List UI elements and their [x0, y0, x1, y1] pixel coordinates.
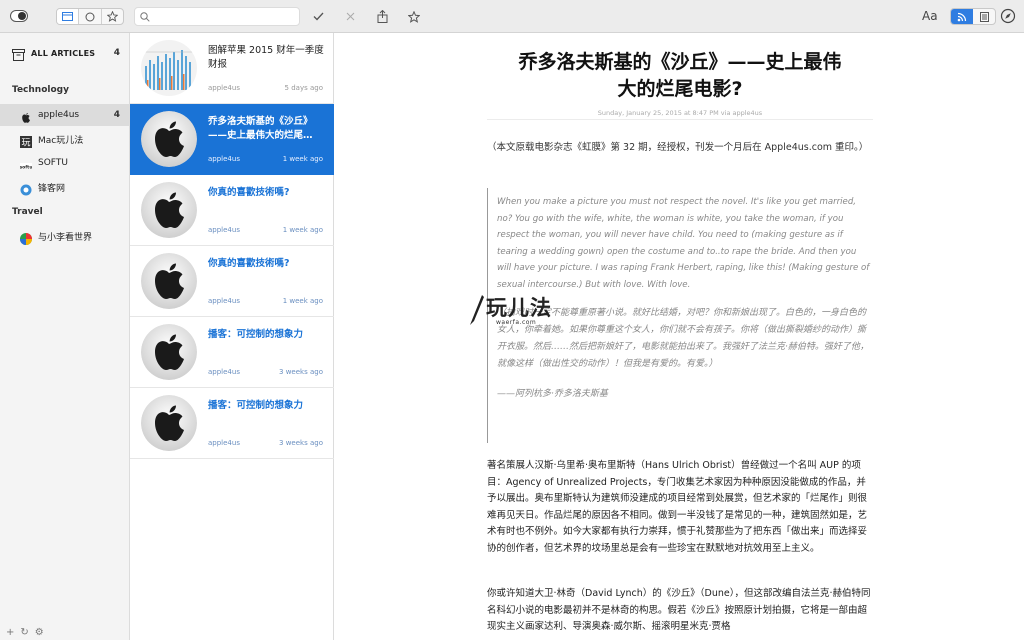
apple-icon: [20, 109, 32, 123]
watermark-text: 玩儿法: [486, 296, 552, 320]
svg-text:玩: 玩: [21, 138, 30, 149]
article-headline-line: 大的烂尾电影?: [617, 78, 743, 100]
mark-read-button[interactable]: [309, 8, 327, 25]
close-button[interactable]: [341, 8, 359, 25]
sidebar-item-label: Mac玩儿法: [38, 135, 84, 146]
compass-icon[interactable]: [1000, 8, 1016, 24]
article-paragraph: 著名策展人汉斯·乌里希·奥布里斯特（Hans Ulrich Obrist）曾经做…: [487, 460, 868, 554]
xiaoli-icon: [20, 230, 32, 245]
article-row-selected[interactable]: 乔多洛夫斯基的《沙丘》——史上最伟大的烂尾… apple4us 1 week a…: [130, 104, 334, 175]
article-feed: apple4us: [208, 368, 240, 376]
waerfa-icon: 玩: [20, 133, 32, 149]
sidebar-item-mac-waerfa[interactable]: 玩 Mac玩儿法: [0, 128, 130, 150]
article-headline: 乔多洛夫斯基的《沙丘》——史上最伟 大的烂尾电影?: [485, 49, 875, 103]
softu-icon: softu: [19, 157, 33, 170]
share-icon: [377, 10, 387, 23]
article-feed: apple4us: [208, 84, 240, 92]
article-row[interactable]: 播客：可控制的想象力 apple4us 3 weeks ago: [130, 317, 334, 388]
watermark-url: waerfa.com: [496, 319, 537, 326]
refresh-icon[interactable]: ↻: [20, 627, 28, 638]
star-icon: [408, 10, 420, 23]
watermark-pen-icon: [470, 295, 484, 325]
divider: [487, 119, 873, 120]
apple-logo-icon: [141, 111, 197, 167]
svg-text:softu: softu: [20, 164, 32, 170]
font-settings-button[interactable]: Aa: [922, 9, 938, 23]
rss-view-icon[interactable]: [951, 9, 973, 24]
article-feed: apple4us: [208, 155, 240, 163]
article-feed: apple4us: [208, 439, 240, 447]
quote-english: When you make a picture you must not res…: [497, 197, 870, 290]
filter-unread-icon[interactable]: [79, 9, 102, 24]
article-feed: apple4us: [208, 226, 240, 234]
sidebar-item-label: 与小李看世界: [38, 232, 93, 243]
filter-segmented-control: [56, 8, 124, 25]
sidebar-group-travel[interactable]: Travel: [12, 207, 43, 217]
view-mode-segmented-control: [950, 8, 996, 25]
sidebar-item-label: 锋客网: [38, 183, 66, 194]
close-icon: [346, 12, 354, 21]
sidebar-item-label: SOFTU: [38, 158, 68, 168]
apple-logo-icon: [141, 253, 197, 309]
sidebar: ALL ARTICLES 4 Technology apple4us 4 玩 M…: [0, 33, 130, 640]
all-articles-label: ALL ARTICLES: [31, 48, 96, 58]
quote-source: ——阿列杭多·乔多洛夫斯基: [497, 389, 608, 399]
article-paragraph: 你或许知道大卫·林奇（David Lynch）的《沙丘》（Dune），但这部改编…: [487, 588, 871, 632]
add-icon[interactable]: +: [6, 627, 14, 638]
sidebar-item-xiaoli[interactable]: 与小李看世界: [0, 225, 130, 247]
article-row[interactable]: 播客：可控制的想象力 apple4us 3 weeks ago: [130, 388, 334, 459]
sidebar-item-label: apple4us: [38, 110, 80, 120]
search-field[interactable]: [134, 7, 300, 26]
article-row[interactable]: 图解苹果 2015 财年一季度财报 apple4us 5 days ago: [130, 33, 334, 104]
sidebar-item-softu[interactable]: softu SOFTU: [0, 152, 130, 174]
article-title: 你真的喜歡技術嗎?: [208, 187, 290, 198]
star-button[interactable]: [405, 8, 423, 25]
article-title: 播客：可控制的想象力: [208, 400, 304, 411]
sidebar-toggle-icon[interactable]: [10, 10, 28, 22]
sidebar-item-fengke[interactable]: 锋客网: [0, 176, 130, 198]
checkmark-icon: [313, 12, 323, 21]
article-list: 图解苹果 2015 财年一季度财报 apple4us 5 days ago 乔多…: [130, 33, 334, 640]
article-meta: Sunday, January 25, 2015 at 8:47 PM via …: [597, 109, 763, 117]
reader-view-icon[interactable]: [973, 9, 995, 24]
article-headline-line: 乔多洛夫斯基的《沙丘》——史上最伟: [518, 51, 842, 73]
apple-logo-icon: [141, 395, 197, 451]
article-time: 3 weeks ago: [279, 439, 323, 447]
article-row[interactable]: 你真的喜歡技術嗎? apple4us 1 week ago: [130, 246, 334, 317]
inbox-icon: [12, 46, 25, 65]
toolbar: Aa: [0, 0, 1024, 33]
watermark-logo: 玩儿法 waerfa.com: [468, 292, 558, 332]
sidebar-item-apple4us[interactable]: apple4us 4: [0, 104, 130, 126]
article-time: 5 days ago: [284, 84, 323, 92]
share-button[interactable]: [373, 8, 391, 25]
apple-logo-icon: [141, 324, 197, 380]
sidebar-all-articles[interactable]: ALL ARTICLES 4: [0, 43, 130, 63]
all-articles-count: 4: [113, 48, 120, 58]
apple-logo-icon: [141, 182, 197, 238]
sidebar-item-count: 4: [113, 110, 120, 120]
article-time: 1 week ago: [282, 226, 323, 234]
article-title: 播客：可控制的想象力: [208, 329, 304, 340]
article-title: 图解苹果 2015 财年一季度财报: [208, 45, 324, 70]
article-reader: 乔多洛夫斯基的《沙丘》——史上最伟 大的烂尾电影? Sunday, Januar…: [335, 33, 1024, 640]
article-title: 乔多洛夫斯基的《沙丘》——史上最伟大的烂尾…: [208, 116, 313, 141]
article-feed: apple4us: [208, 297, 240, 305]
article-time: 3 weeks ago: [279, 368, 323, 376]
search-icon: [140, 7, 150, 26]
fengke-icon: [20, 181, 32, 196]
search-input[interactable]: [156, 8, 296, 25]
sidebar-bottom-controls: + ↻ ⚙: [6, 627, 44, 638]
article-intro: （本文原载电影杂志《虹膜》第 32 期，经授权，刊发一个月后在 Apple4us…: [487, 142, 869, 153]
article-row[interactable]: 你真的喜歡技術嗎? apple4us 1 week ago: [130, 175, 334, 246]
gear-icon[interactable]: ⚙: [35, 627, 44, 638]
filter-starred-icon[interactable]: [102, 9, 123, 24]
sidebar-group-technology[interactable]: Technology: [12, 85, 69, 95]
article-thumbnail-chart: [141, 40, 197, 96]
article-time: 1 week ago: [282, 155, 323, 163]
filter-all-icon[interactable]: [57, 9, 80, 24]
article-time: 1 week ago: [282, 297, 323, 305]
article-title: 你真的喜歡技術嗎?: [208, 258, 290, 269]
